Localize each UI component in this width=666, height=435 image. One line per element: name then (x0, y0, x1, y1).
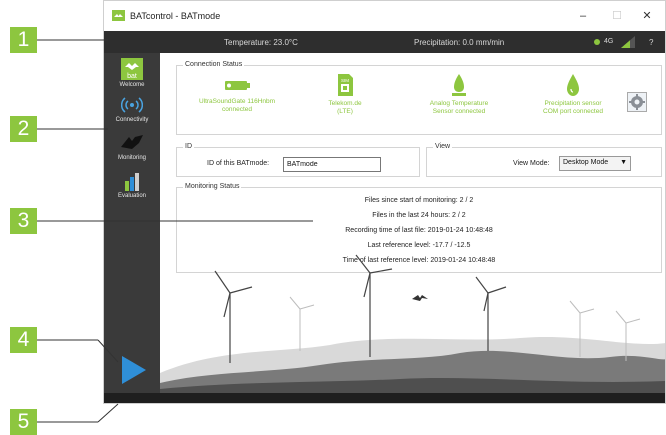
landscape-illustration (160, 254, 665, 393)
temperature-sensor-connection: Analog Temperature Sensor connected (409, 74, 509, 116)
raindrop-icon (567, 74, 579, 96)
precipitation-readout: Precipitation: 0.0 mm/min (414, 38, 505, 47)
minimize-button[interactable]: – (570, 7, 596, 25)
connection-line1: Analog Temperature (429, 100, 489, 107)
connection-status-panel: Connection Status UltraSoundGate 116Hnbm… (176, 61, 662, 135)
title-bar: BATcontrol - BATmode – ☐ ✕ (104, 1, 665, 31)
view-mode-value: Desktop Mode (563, 159, 609, 166)
sidebar-item-welcome[interactable]: bat Welcome (104, 58, 160, 88)
signal-strength-icon (621, 36, 635, 48)
close-button[interactable]: ✕ (634, 7, 660, 25)
sidebar: bat Welcome Connectivity Monitoring Eval… (104, 53, 160, 393)
main-content: Connection Status UltraSoundGate 116Hnbm… (160, 53, 665, 393)
sidebar-item-label: Evaluation (117, 193, 147, 199)
ultrasound-device-icon (225, 81, 250, 90)
connection-line2: Sensor connected (432, 108, 486, 115)
connection-line1: Precipitation sensor (544, 100, 602, 107)
sim-card-text: SIM (341, 78, 349, 83)
connection-line1: UltraSoundGate 116Hnbm (198, 98, 276, 105)
monitoring-status-title: Monitoring Status (183, 183, 242, 190)
sim-card-icon: SIM (338, 74, 353, 96)
connection-status-dot (594, 39, 600, 45)
lte-connection: SIM Telekom.de (LTE) (295, 74, 395, 116)
play-button[interactable] (122, 356, 146, 384)
monitoring-line: Files in the last 24 hours: 2 / 2 (372, 212, 466, 219)
temperature-readout: Temperature: 23.0°C (224, 38, 298, 47)
callout-1: 1 (10, 27, 37, 53)
view-panel-title: View (433, 143, 453, 150)
connection-status-title: Connection Status (183, 61, 245, 68)
id-panel: ID ID of this BATmode: (176, 143, 420, 177)
bottom-bar (104, 393, 665, 403)
callout-5: 5 (10, 409, 37, 435)
callout-2: 2 (10, 116, 37, 142)
sidebar-item-monitoring[interactable]: Monitoring (104, 133, 160, 161)
connection-line1: Telekom.de (328, 100, 362, 107)
bar-chart-icon (125, 173, 139, 191)
precipitation-sensor-connection: Precipitation sensor COM port connected (523, 74, 623, 116)
network-type-label: 4G (604, 38, 614, 45)
connection-line2: COM port connected (543, 108, 603, 115)
maximize-button[interactable]: ☐ (604, 7, 630, 25)
callout-4: 4 (10, 327, 37, 353)
id-panel-title: ID (183, 143, 194, 150)
sidebar-item-label: Connectivity (115, 117, 149, 123)
bat-logo-text: bat (127, 73, 137, 80)
bat-icon (121, 135, 143, 149)
thermometer-icon (452, 74, 466, 96)
settings-button[interactable] (627, 92, 647, 112)
window-title: BATcontrol - BATmode (130, 11, 221, 21)
sidebar-item-label: Monitoring (117, 155, 146, 161)
app-window: BATcontrol - BATmode – ☐ ✕ Temperature: … (103, 0, 666, 404)
sidebar-item-connectivity[interactable]: Connectivity (104, 95, 160, 123)
ultrasound-connection: UltraSoundGate 116Hnbm connected (187, 76, 287, 114)
sidebar-item-label: Welcome (119, 82, 145, 88)
id-input[interactable] (283, 157, 381, 172)
status-bar: Temperature: 23.0°C Precipitation: 0.0 m… (104, 31, 665, 53)
connection-line2: connected (222, 106, 252, 113)
view-mode-label: View Mode: (513, 160, 550, 167)
chevron-down-icon: ▼ (620, 159, 627, 166)
view-mode-select[interactable]: Desktop Mode ▼ (559, 156, 631, 171)
sidebar-item-evaluation[interactable]: Evaluation (104, 171, 160, 199)
monitoring-line: Files since start of monitoring: 2 / 2 (364, 197, 474, 204)
help-button[interactable]: ? (649, 38, 653, 47)
bat-logo-icon: bat (121, 58, 143, 80)
app-logo-icon (112, 10, 125, 21)
monitoring-line: Recording time of last file: 2019-01-24 … (345, 227, 493, 234)
gear-icon (629, 94, 645, 110)
connection-line2: (LTE) (337, 108, 353, 115)
view-panel: View View Mode: Desktop Mode ▼ (426, 143, 662, 177)
id-label: ID of this BATmode: (207, 160, 270, 167)
callout-3: 3 (10, 208, 37, 234)
connectivity-icon (121, 97, 143, 113)
monitoring-line: Last reference level: -17.7 / -12.5 (367, 242, 471, 249)
